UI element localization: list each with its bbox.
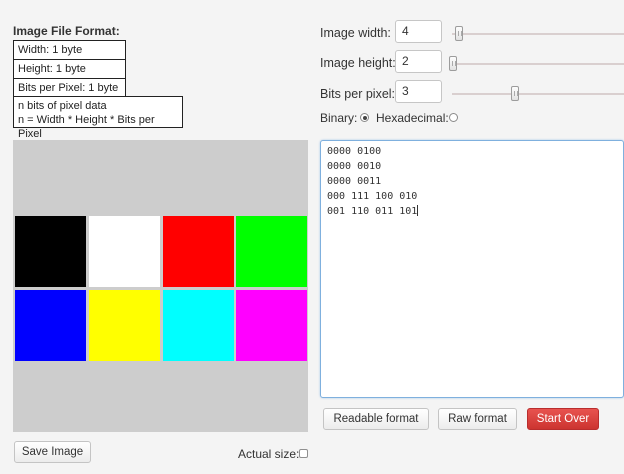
pixel-cell[interactable] (236, 216, 307, 287)
pixel-data-line1: n bits of pixel data (18, 100, 107, 112)
pixel-cell[interactable] (15, 216, 86, 287)
pixel-cell[interactable] (236, 290, 307, 361)
hexadecimal-radio[interactable] (449, 113, 458, 122)
image-height-label: Image height: (320, 56, 396, 70)
format-width-box: Width: 1 byte (13, 40, 126, 60)
output-line: 0000 0010 (327, 161, 382, 172)
output-line: 000 111 100 010 (327, 191, 418, 202)
pixel-cell[interactable] (89, 216, 160, 287)
binary-label: Binary: (320, 111, 358, 125)
format-bpp-box: Bits per Pixel: 1 byte (13, 78, 126, 98)
image-width-slider-track[interactable] (452, 33, 624, 35)
image-height-slider-track[interactable] (452, 63, 624, 65)
pixel-data-line2: n = Width * Height * Bits per Pixel (18, 114, 155, 140)
image-width-slider-thumb[interactable] (455, 26, 463, 41)
image-height-slider-thumb[interactable] (449, 56, 457, 71)
format-title: Image File Format: (13, 24, 120, 38)
start-over-button[interactable]: Start Over (527, 408, 599, 430)
bits-per-pixel-label: Bits per pixel: (320, 87, 396, 101)
format-pixel-data-box: n bits of pixel data n = Width * Height … (13, 96, 183, 140)
hexadecimal-label: Hexadecimal: (376, 111, 449, 125)
pixel-cell[interactable] (163, 216, 234, 287)
format-height-box: Height: 1 byte (13, 59, 126, 79)
actual-size-label: Actual size: (238, 447, 300, 461)
save-image-button[interactable]: Save Image (14, 441, 91, 463)
text-caret (417, 205, 419, 216)
actual-size-checkbox[interactable] (299, 449, 308, 458)
binary-output-textarea[interactable]: 0000 0100 0000 0010 0000 0011 000 111 10… (320, 140, 624, 398)
pixel-cell[interactable] (163, 290, 234, 361)
pixel-cell[interactable] (89, 290, 160, 361)
image-height-input[interactable]: 2 (395, 50, 442, 73)
image-width-input[interactable]: 4 (395, 20, 442, 43)
image-canvas[interactable] (13, 140, 308, 432)
bits-per-pixel-slider-thumb[interactable] (511, 86, 519, 101)
output-line: 0000 0100 (327, 146, 382, 157)
raw-format-button[interactable]: Raw format (438, 408, 517, 430)
output-line: 001 110 011 101 (327, 206, 418, 217)
binary-radio[interactable] (360, 113, 369, 122)
pixel-cell[interactable] (15, 290, 86, 361)
bits-per-pixel-slider-track[interactable] (452, 93, 624, 95)
readable-format-button[interactable]: Readable format (323, 408, 429, 430)
image-width-label: Image width: (320, 26, 391, 40)
bits-per-pixel-input[interactable]: 3 (395, 80, 442, 103)
output-line: 0000 0011 (327, 176, 382, 187)
